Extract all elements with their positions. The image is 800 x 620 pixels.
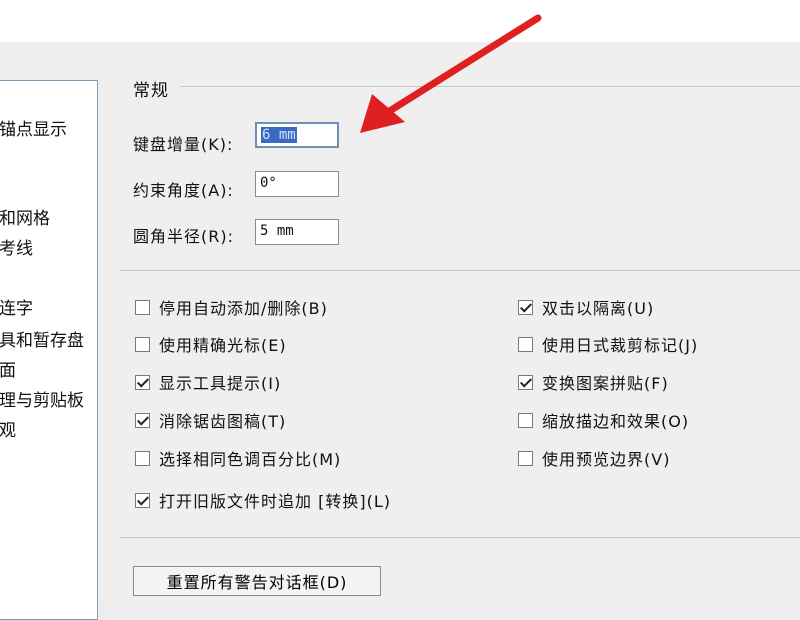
- category-item-hyphenation[interactable]: 连字: [0, 294, 33, 319]
- option-double-click-isolate[interactable]: 双击以隔离(U): [518, 296, 654, 318]
- option-label: 双击以隔离(U): [542, 299, 655, 318]
- constrain-angle-input[interactable]: 0°: [255, 171, 339, 197]
- option-transform-pattern-tiles[interactable]: 变换图案拼贴(F): [518, 371, 669, 393]
- checkbox-disable-auto-add-delete[interactable]: [135, 299, 150, 315]
- section-divider: [180, 86, 800, 87]
- options-divider: [120, 270, 800, 271]
- option-scale-strokes-effects[interactable]: 缩放描边和效果(O): [518, 409, 689, 431]
- keyboard-increment-value: 6 mm: [261, 127, 297, 143]
- option-label: 变换图案拼贴(F): [542, 374, 669, 393]
- corner-radius-label: 圆角半径(R):: [133, 227, 234, 246]
- checkbox-double-click-isolate[interactable]: [518, 299, 533, 315]
- category-item-interface[interactable]: 面: [0, 356, 16, 381]
- category-list[interactable]: 锚点显示 和网格 考线 连字 具和暂存盘 面 理与剪贴板 观: [0, 80, 98, 620]
- reset-all-warnings-button[interactable]: 重置所有警告对话框(D): [133, 566, 381, 596]
- category-item-file-handling-clipboard[interactable]: 理与剪贴板: [0, 386, 84, 411]
- option-label: 选择相同色调百分比(M): [159, 450, 342, 469]
- option-label: 使用预览边界(V): [542, 450, 671, 469]
- checkbox-scale-strokes-effects[interactable]: [518, 412, 533, 428]
- option-anti-aliased-artwork[interactable]: 消除锯齿图稿(T): [135, 409, 286, 431]
- checkbox-show-tool-tips[interactable]: [135, 374, 150, 390]
- category-item-anchor-display[interactable]: 锚点显示: [0, 115, 67, 140]
- checkbox-use-preview-bounds[interactable]: [518, 450, 533, 466]
- option-label: 消除锯齿图稿(T): [159, 412, 287, 431]
- corner-radius-input[interactable]: 5 mm: [255, 219, 339, 245]
- option-append-converting-legacy[interactable]: 打开旧版文件时追加 [转换](L): [135, 489, 391, 511]
- category-item-guides[interactable]: 考线: [0, 234, 33, 259]
- checkbox-use-precise-cursors[interactable]: [135, 336, 150, 352]
- checkbox-select-same-tint[interactable]: [135, 450, 150, 466]
- checkbox-anti-aliased-artwork[interactable]: [135, 412, 150, 428]
- option-use-precise-cursors[interactable]: 使用精确光标(E): [135, 333, 287, 355]
- keyboard-increment-input[interactable]: 6 mm: [255, 122, 339, 148]
- option-show-tool-tips[interactable]: 显示工具提示(I): [135, 371, 281, 393]
- constrain-angle-label: 约束角度(A):: [133, 181, 234, 200]
- option-japanese-crop-marks[interactable]: 使用日式裁剪标记(J): [518, 333, 698, 355]
- checkbox-japanese-crop-marks[interactable]: [518, 336, 533, 352]
- option-label: 缩放描边和效果(O): [542, 412, 690, 431]
- keyboard-increment-label: 键盘增量(K):: [133, 135, 234, 154]
- checkbox-transform-pattern-tiles[interactable]: [518, 374, 533, 390]
- section-title-general: 常规: [133, 81, 169, 101]
- preferences-dialog: [0, 42, 800, 600]
- checkbox-append-converting-legacy[interactable]: [135, 492, 150, 508]
- option-select-same-tint[interactable]: 选择相同色调百分比(M): [135, 447, 341, 469]
- background-top-area: [0, 0, 800, 42]
- category-item-grid[interactable]: 和网格: [0, 204, 50, 229]
- option-disable-auto-add-delete[interactable]: 停用自动添加/删除(B): [135, 296, 328, 318]
- option-use-preview-bounds[interactable]: 使用预览边界(V): [518, 447, 670, 469]
- bottom-divider: [120, 537, 800, 538]
- option-label: 使用精确光标(E): [159, 336, 287, 355]
- option-label: 停用自动添加/删除(B): [159, 299, 328, 318]
- category-item-plugins-scratch-disks[interactable]: 具和暂存盘: [0, 326, 84, 351]
- category-item-appearance[interactable]: 观: [0, 416, 16, 441]
- option-label: 使用日式裁剪标记(J): [542, 336, 699, 355]
- option-label: 显示工具提示(I): [159, 374, 282, 393]
- option-label: 打开旧版文件时追加 [转换](L): [159, 492, 391, 511]
